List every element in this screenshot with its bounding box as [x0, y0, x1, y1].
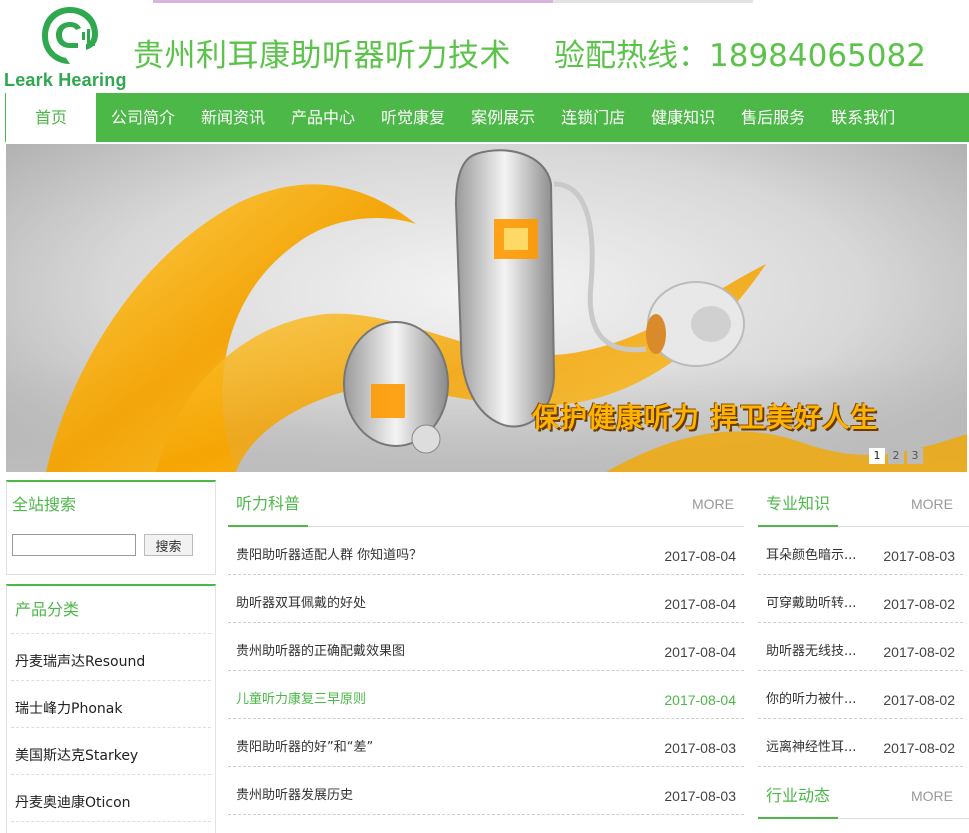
main-nav: 首页 公司简介 新闻资讯 产品中心 听觉康复 案例展示 连锁门店 健康知识 售后…	[5, 93, 969, 142]
list-item-date: 2017-08-02	[883, 692, 955, 708]
list-item-title[interactable]: 你的听力被什...	[766, 671, 856, 718]
list-item[interactable]: 贵州助听器的正确配戴效果图 2017-08-04	[228, 623, 744, 671]
list-item-title[interactable]: 儿童听力康复三早原则	[236, 671, 366, 718]
logo-text: Leark Hearing	[4, 70, 127, 90]
category-title: 产品分类	[11, 586, 211, 634]
science-header: 听力科普 MORE	[228, 480, 744, 527]
list-item[interactable]: 助听器无线技... 2017-08-02	[758, 623, 963, 671]
list-item[interactable]: 耳朵颜色暗示... 2017-08-03	[758, 527, 963, 575]
banner-dot-2[interactable]: 2	[888, 448, 904, 464]
list-item-date: 2017-08-02	[883, 644, 955, 660]
category-box: 产品分类 丹麦瑞声达Resound 瑞士峰力Phonak 美国斯达克Starke…	[6, 584, 216, 833]
search-input[interactable]	[12, 534, 136, 556]
hotline: 验配热线：18984065082	[554, 38, 926, 74]
top-decor-strip	[153, 0, 753, 3]
list-item[interactable]: 你的听力被什... 2017-08-02	[758, 671, 963, 719]
science-section: 听力科普 MORE 贵阳助听器适配人群 你知道吗？ 2017-08-04 助听器…	[228, 480, 744, 815]
category-item-phonak[interactable]: 瑞士峰力Phonak	[11, 681, 211, 728]
list-item-title[interactable]: 可穿戴助听转...	[766, 575, 856, 622]
nav-item-home[interactable]: 首页	[6, 93, 96, 142]
category-item-starkey[interactable]: 美国斯达克Starkey	[11, 728, 211, 775]
nav-item-cases[interactable]: 案例展示	[458, 93, 548, 142]
industry-more-link[interactable]: MORE	[911, 788, 953, 804]
left-sidebar: 全站搜索 搜索 产品分类 丹麦瑞声达Resound 瑞士峰力Phonak 美国斯…	[6, 480, 216, 833]
list-item[interactable]: 助听器双耳佩戴的好处 2017-08-04	[228, 575, 744, 623]
list-item-date: 2017-08-04	[664, 596, 736, 612]
list-item-date: 2017-08-03	[664, 788, 736, 804]
search-box: 全站搜索 搜索	[6, 480, 216, 575]
list-item[interactable]: 贵阳助听器的好”和“差” 2017-08-03	[228, 719, 744, 767]
nav-item-rehab[interactable]: 听觉康复	[368, 93, 458, 142]
list-item-title[interactable]: 贵州助听器发展历史	[236, 767, 353, 814]
list-item[interactable]: 远离神经性耳... 2017-08-02	[758, 719, 963, 767]
list-item-title[interactable]: 贵阳助听器适配人群 你知道吗？	[236, 527, 422, 574]
knowledge-list: 耳朵颜色暗示... 2017-08-03 可穿戴助听转... 2017-08-0…	[758, 527, 969, 767]
site-title: 贵州利耳康助听器听力技术	[133, 38, 511, 74]
nav-item-stores[interactable]: 连锁门店	[548, 93, 638, 142]
list-item-title[interactable]: 贵州助听器的正确配戴效果图	[236, 623, 405, 670]
nav-item-health[interactable]: 健康知识	[638, 93, 728, 142]
banner-slogan: 保护健康听力 捍卫美好人生	[532, 403, 879, 434]
list-item[interactable]: 贵阳助听器适配人群 你知道吗？ 2017-08-04	[228, 527, 744, 575]
nav-item-contact[interactable]: 联系我们	[818, 93, 908, 142]
knowledge-title[interactable]: 专业知识	[758, 481, 839, 527]
category-item-resound[interactable]: 丹麦瑞声达Resound	[11, 634, 211, 681]
nav-item-about[interactable]: 公司简介	[98, 93, 188, 142]
list-item[interactable]: 可穿戴助听转... 2017-08-02	[758, 575, 963, 623]
list-item-date: 2017-08-04	[664, 644, 736, 660]
site-logo[interactable]: Leark Hearing	[4, 4, 144, 90]
search-button[interactable]: 搜索	[144, 534, 193, 556]
industry-title[interactable]: 行业动态	[758, 773, 839, 819]
list-item-title[interactable]: 耳朵颜色暗示...	[766, 527, 856, 574]
banner-dot-1[interactable]: 1	[869, 448, 885, 464]
science-title[interactable]: 听力科普	[228, 481, 309, 527]
list-item-date: 2017-08-04	[664, 692, 736, 708]
hero-banner[interactable]: 保护健康听力 捍卫美好人生 1 2 3	[6, 144, 967, 472]
nav-item-products[interactable]: 产品中心	[278, 93, 368, 142]
knowledge-section: 专业知识 MORE 耳朵颜色暗示... 2017-08-03 可穿戴助听转...…	[758, 480, 969, 819]
list-item-date: 2017-08-02	[883, 596, 955, 612]
list-item[interactable]: 贵州助听器发展历史 2017-08-03	[228, 767, 744, 815]
industry-header: 行业动态 MORE	[758, 772, 969, 819]
list-item-title[interactable]: 助听器无线技...	[766, 623, 856, 670]
list-item-title[interactable]: 远离神经性耳...	[766, 719, 856, 766]
ear-logo-icon	[42, 7, 98, 64]
list-item-title[interactable]: 贵阳助听器的好”和“差”	[236, 719, 373, 766]
banner-dot-3[interactable]: 3	[907, 448, 923, 464]
science-list: 贵阳助听器适配人群 你知道吗？ 2017-08-04 助听器双耳佩戴的好处 20…	[228, 527, 744, 815]
list-item-date: 2017-08-04	[664, 548, 736, 564]
nav-item-service[interactable]: 售后服务	[728, 93, 818, 142]
banner-pager: 1 2 3	[869, 448, 923, 464]
knowledge-header: 专业知识 MORE	[758, 480, 969, 527]
knowledge-more-link[interactable]: MORE	[911, 496, 953, 512]
list-item-date: 2017-08-03	[883, 548, 955, 564]
list-item-title[interactable]: 助听器双耳佩戴的好处	[236, 575, 366, 622]
list-item-hovered[interactable]: 儿童听力康复三早原则 2017-08-04	[228, 671, 744, 719]
science-more-link[interactable]: MORE	[692, 496, 734, 512]
nav-item-news[interactable]: 新闻资讯	[188, 93, 278, 142]
search-title: 全站搜索	[12, 495, 77, 514]
list-item-date: 2017-08-03	[664, 740, 736, 756]
list-item-date: 2017-08-02	[883, 740, 955, 756]
category-item-oticon[interactable]: 丹麦奥迪康Oticon	[11, 775, 211, 822]
